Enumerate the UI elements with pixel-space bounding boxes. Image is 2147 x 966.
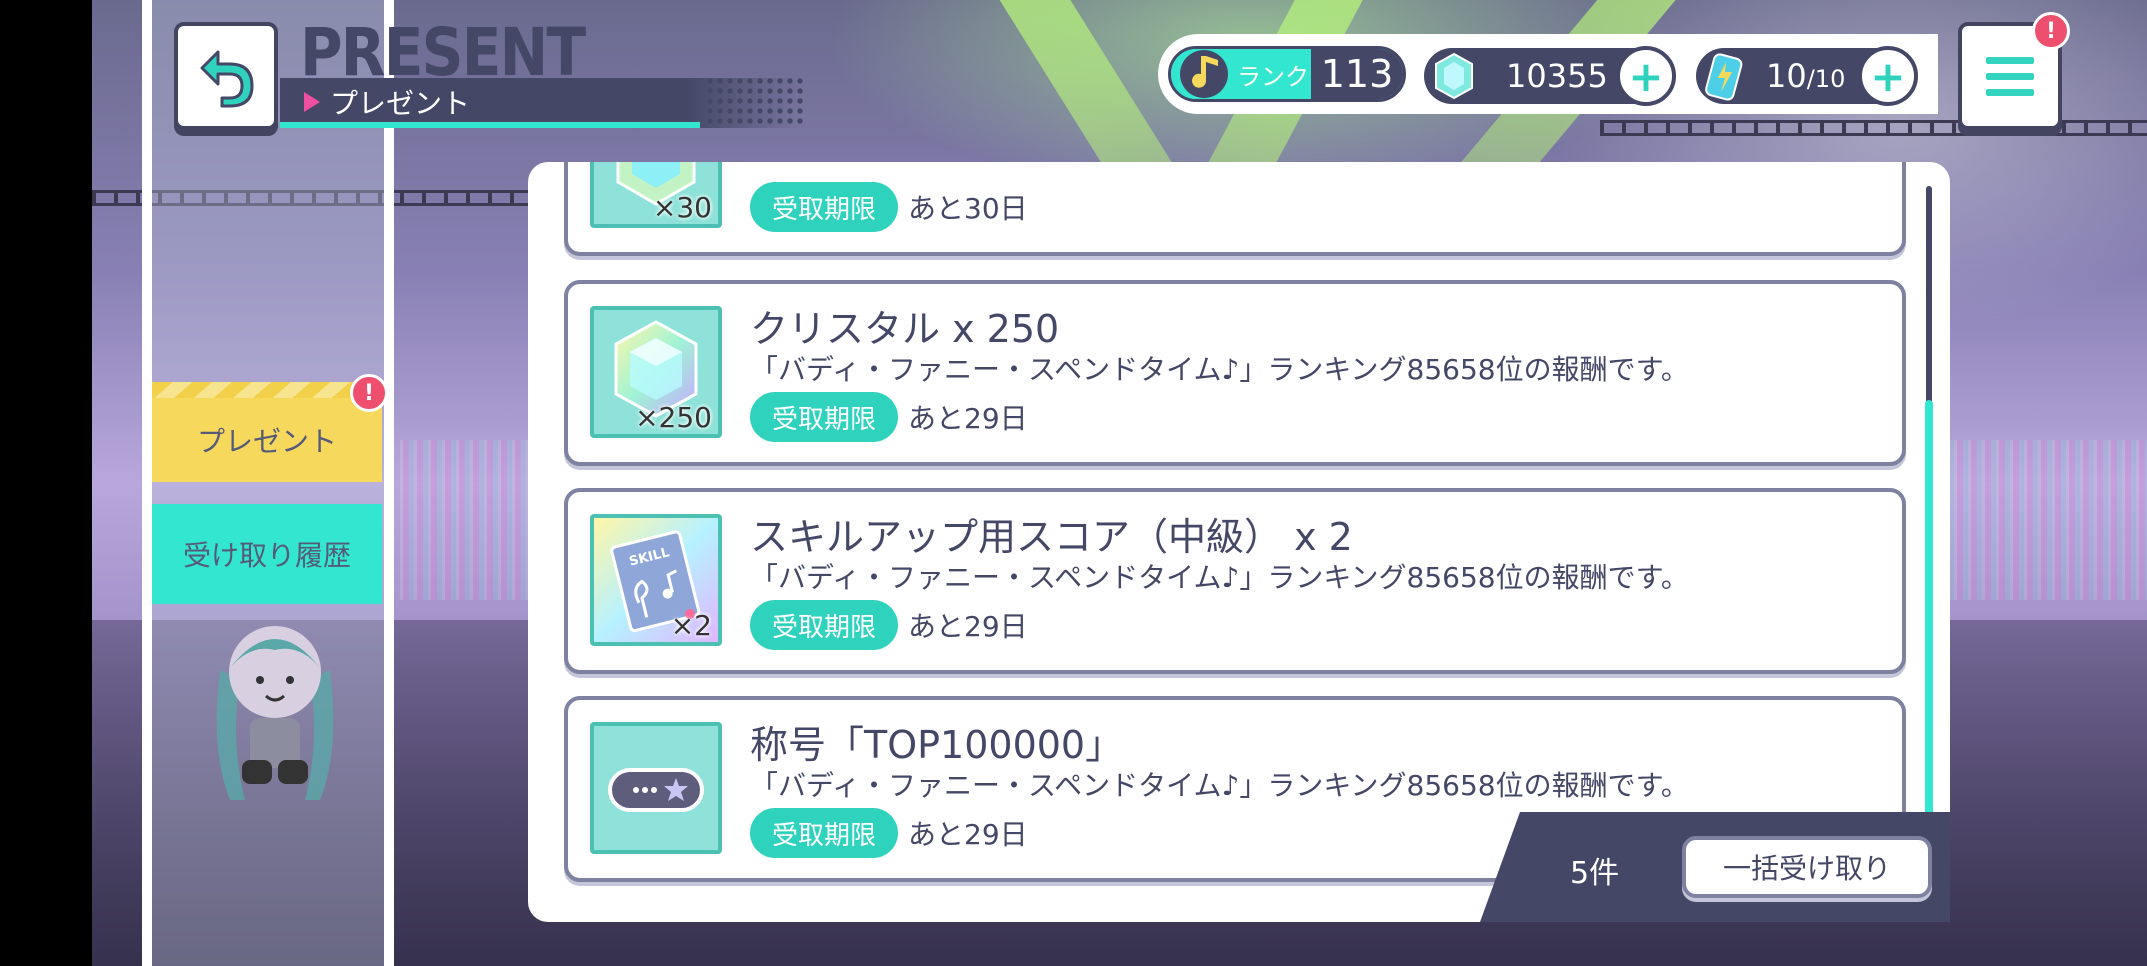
alert-badge: ! <box>350 374 388 412</box>
present-qty: ×250 <box>635 401 712 434</box>
present-count: 5件 <box>1570 856 1620 891</box>
left-panel <box>152 0 384 966</box>
menu-alert-badge: ! <box>2032 12 2070 50</box>
present-icon: SKILL ×2 <box>590 514 722 646</box>
rank-value: 113 <box>1311 49 1403 99</box>
present-description: 「バディ・ファニー・スペンドタイム♪」ランキング85658位の報酬です。 <box>750 769 1689 802</box>
deadline-row: 受取期限 あと29日 <box>750 392 1028 442</box>
tab-present-label: プレゼント <box>196 425 337 458</box>
deadline-badge: 受取期限 <box>750 600 899 650</box>
deadline-text: あと29日 <box>908 402 1028 435</box>
stage-truss <box>1600 120 2147 136</box>
present-card[interactable]: ×250 クリスタル x 250 「バディ・ファニー・スペンドタイム♪」ランキン… <box>564 280 1906 466</box>
present-icon <box>590 722 722 854</box>
menu-line <box>1986 88 2034 96</box>
title-badge-icon <box>608 768 704 812</box>
screen-edge <box>0 0 92 966</box>
add-energy-button[interactable]: + <box>1858 46 1918 106</box>
deadline-row: 受取期限 あと29日 <box>750 600 1028 650</box>
present-name: クリスタル x 250 <box>750 307 1060 351</box>
crystal-icon <box>1435 52 1473 100</box>
deadline-text: あと29日 <box>908 818 1028 851</box>
left-stripe <box>142 0 152 966</box>
left-stripe <box>384 0 394 966</box>
mascot-plush <box>216 626 334 800</box>
energy-max: /10 <box>1806 65 1846 93</box>
music-note-icon <box>1180 50 1228 98</box>
page-title-jp-text: プレゼント <box>330 87 471 120</box>
deadline-badge: 受取期限 <box>750 392 899 442</box>
stage-background: プレゼント ! 受け取り履歴 PRESENT プレゼント ランク 113 103… <box>0 0 2147 966</box>
crystal-count: 10355 <box>1506 57 1608 95</box>
deadline-badge: 受取期限 <box>750 182 899 232</box>
present-description: 「バディ・ファニー・スペンドタイム♪」ランキング85658位の報酬です。 <box>750 353 1689 386</box>
deadline-badge: 受取期限 <box>750 808 899 858</box>
title-decoration <box>705 76 805 128</box>
present-qty: ×2 <box>670 609 712 642</box>
deadline-text: あと29日 <box>908 610 1028 643</box>
menu-line <box>1986 72 2034 80</box>
deadline-text: あと30日 <box>908 192 1028 225</box>
tab-history-label: 受け取り履歴 <box>182 539 351 572</box>
deadline-row: 受取期限 あと30日 <box>750 182 1028 232</box>
present-card[interactable]: ×30 受取期限 あと30日 <box>564 162 1906 256</box>
energy-value: 10/10 <box>1766 57 1845 95</box>
back-arrow-icon <box>200 50 254 108</box>
tab-history[interactable]: 受け取り履歴 <box>152 504 382 604</box>
present-card[interactable]: SKILL ×2 スキルアップ用スコア（中級） x 2 「バディ・ファニー・スペ… <box>564 488 1906 674</box>
play-triangle-icon <box>304 92 320 112</box>
bulk-receive-button[interactable]: 一括受け取り <box>1682 836 1932 898</box>
back-button[interactable] <box>174 22 278 130</box>
tab-present[interactable]: プレゼント <box>152 382 382 482</box>
deadline-row: 受取期限 あと29日 <box>750 808 1028 858</box>
present-description: 「バディ・ファニー・スペンドタイム♪」ランキング85658位の報酬です。 <box>750 561 1689 594</box>
menu-line <box>1986 56 2034 64</box>
energy-current: 10 <box>1766 57 1807 95</box>
add-crystal-button[interactable]: + <box>1616 46 1676 106</box>
present-list[interactable]: ×30 受取期限 あと30日 ×250 クリスタル x 250 「バディ・ファニ… <box>528 162 1950 922</box>
page-title-jp: プレゼント <box>304 82 470 122</box>
energy-bottle-icon <box>1705 53 1743 101</box>
present-name: 称号「TOP100000」 <box>750 723 1124 767</box>
present-qty: ×30 <box>652 191 712 224</box>
title-underline <box>280 122 700 128</box>
present-name: スキルアップ用スコア（中級） x 2 <box>750 515 1353 559</box>
bulk-receive-label: 一括受け取り <box>1722 852 1891 885</box>
present-icon: ×250 <box>590 306 722 438</box>
scrollbar-thumb[interactable] <box>1925 400 1933 840</box>
present-icon: ×30 <box>590 162 722 228</box>
